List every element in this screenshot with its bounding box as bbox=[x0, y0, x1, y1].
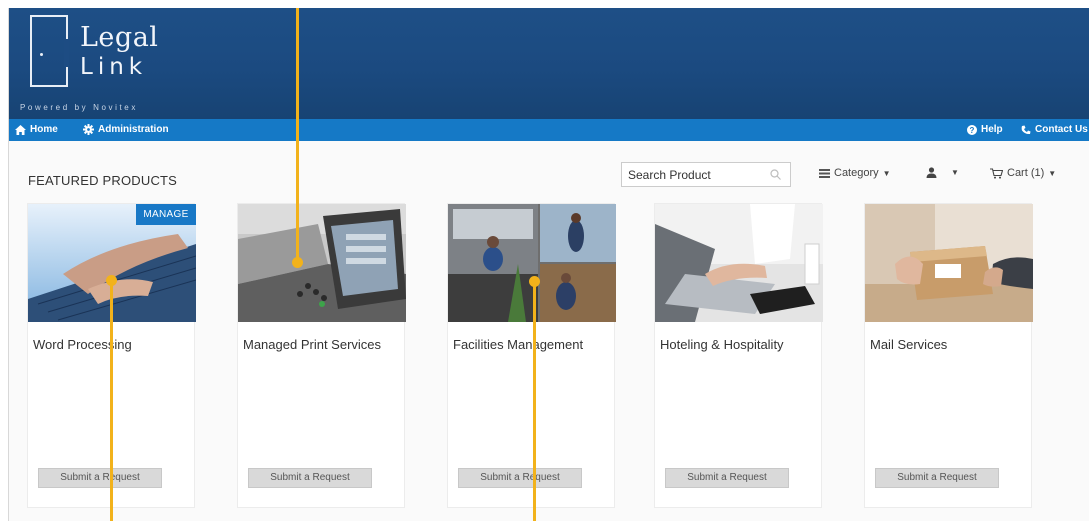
nav-help-label: Help bbox=[981, 124, 1003, 135]
submit-request-button[interactable]: Submit a Request bbox=[248, 468, 372, 488]
site-header: Legal Link Powered by Novitex bbox=[9, 8, 1089, 119]
submit-request-button[interactable]: Submit a Request bbox=[38, 468, 162, 488]
cart-label: Cart (1) bbox=[1007, 167, 1045, 179]
office-staff-collage-image bbox=[448, 204, 616, 322]
app-window: Legal Link Powered by Novitex Home Admin… bbox=[8, 8, 1089, 521]
help-icon: ? bbox=[967, 124, 977, 135]
search-icon[interactable] bbox=[770, 169, 781, 180]
nav-administration[interactable]: Administration bbox=[83, 124, 169, 135]
list-icon bbox=[819, 168, 830, 178]
home-icon bbox=[15, 124, 26, 135]
category-label: Category bbox=[834, 167, 879, 179]
svg-text:?: ? bbox=[970, 126, 975, 135]
nav-help[interactable]: ? Help bbox=[967, 124, 1003, 135]
user-icon bbox=[926, 167, 937, 178]
logo-text-legal[interactable]: Legal bbox=[80, 22, 158, 53]
product-card-hoteling[interactable]: Hoteling & Hospitality Submit a Request bbox=[654, 203, 823, 508]
callout-line bbox=[533, 283, 536, 521]
top-navbar: Home Administration ? Help Contact Us bbox=[9, 119, 1089, 141]
product-image[interactable] bbox=[448, 204, 616, 322]
nav-home-label: Home bbox=[30, 124, 58, 135]
cart-menu[interactable]: Cart (1) ▼ bbox=[990, 167, 1056, 179]
nav-home[interactable]: Home bbox=[15, 124, 58, 135]
callout-line bbox=[110, 280, 113, 521]
search-box[interactable] bbox=[621, 162, 791, 187]
product-title[interactable]: Managed Print Services bbox=[243, 337, 381, 352]
product-image[interactable] bbox=[238, 204, 406, 322]
callout-dot bbox=[529, 276, 540, 287]
submit-request-button[interactable]: Submit a Request bbox=[458, 468, 582, 488]
product-card-mail-services[interactable]: Mail Services Submit a Request bbox=[864, 203, 1033, 508]
package-handoff-image bbox=[865, 204, 1033, 322]
callout-line bbox=[296, 8, 299, 264]
nav-contact-label: Contact Us bbox=[1035, 124, 1088, 135]
submit-request-button[interactable]: Submit a Request bbox=[665, 468, 789, 488]
product-card-managed-print[interactable]: Managed Print Services Submit a Request bbox=[237, 203, 406, 508]
printer-control-panel-image bbox=[238, 204, 406, 322]
manage-button[interactable]: MANAGE bbox=[136, 204, 196, 225]
callout-dot bbox=[106, 275, 117, 286]
category-dropdown[interactable]: Category ▼ bbox=[819, 167, 891, 179]
main-content: FEATURED PRODUCTS Category ▼ ▼ bbox=[9, 141, 1089, 521]
laptop-and-tablet-image bbox=[655, 204, 823, 322]
powered-by-text: Powered by Novitex bbox=[20, 103, 138, 112]
logo-text-link[interactable]: Link bbox=[80, 54, 147, 80]
product-image[interactable] bbox=[655, 204, 823, 322]
submit-request-button[interactable]: Submit a Request bbox=[875, 468, 999, 488]
caret-down-icon: ▼ bbox=[951, 168, 959, 177]
product-title[interactable]: Hoteling & Hospitality bbox=[660, 337, 784, 352]
product-title[interactable]: Mail Services bbox=[870, 337, 947, 352]
page-title: FEATURED PRODUCTS bbox=[28, 173, 178, 188]
phone-icon bbox=[1021, 125, 1031, 134]
caret-down-icon: ▼ bbox=[882, 168, 891, 178]
callout-dot bbox=[292, 257, 303, 268]
cart-icon bbox=[990, 167, 1003, 179]
nav-administration-label: Administration bbox=[98, 124, 169, 135]
user-menu[interactable]: ▼ bbox=[926, 167, 959, 178]
door-logo-icon[interactable] bbox=[30, 15, 69, 87]
product-title[interactable]: Facilities Management bbox=[453, 337, 583, 352]
product-image[interactable] bbox=[865, 204, 1033, 322]
product-card-facilities[interactable]: Facilities Management Submit a Request bbox=[447, 203, 616, 508]
nav-contact-us[interactable]: Contact Us bbox=[1021, 124, 1088, 135]
caret-down-icon: ▼ bbox=[1048, 168, 1057, 178]
product-title[interactable]: Word Processing bbox=[33, 337, 132, 352]
search-input[interactable] bbox=[622, 163, 762, 186]
gear-icon bbox=[83, 124, 94, 135]
